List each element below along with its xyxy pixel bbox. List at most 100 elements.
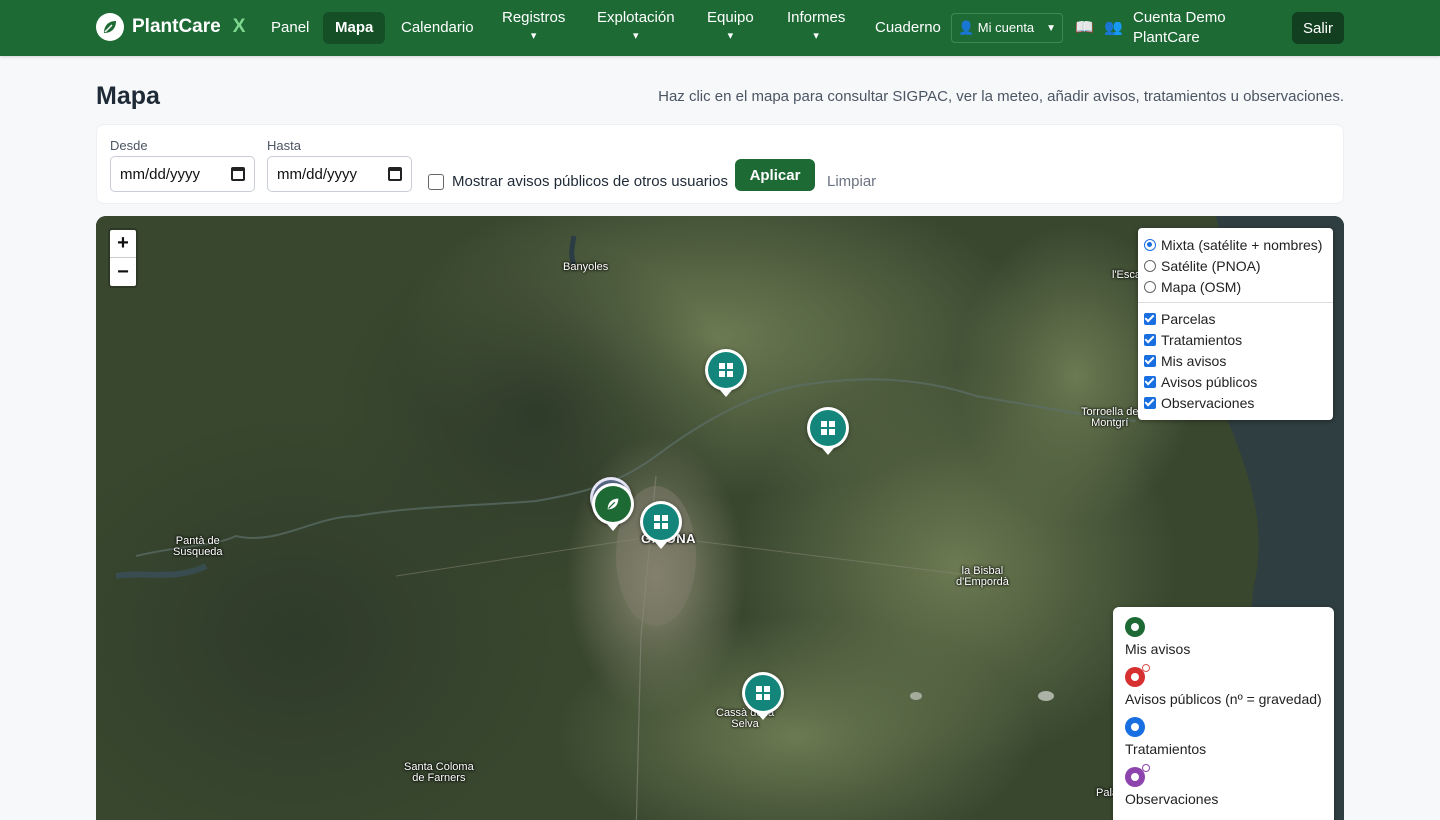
chevron-down-icon: ▾: [727, 30, 734, 42]
calendar-icon[interactable]: [231, 167, 245, 181]
legend-item-observaciones: Observaciones: [1125, 764, 1322, 807]
logout-button[interactable]: Salir: [1292, 12, 1344, 44]
user-name: Cuenta Demo PlantCare: [1133, 9, 1226, 46]
leaf-pin-icon: [1125, 617, 1145, 637]
place-label-line: Susqueda: [173, 546, 223, 558]
chevron-down-icon: ▼: [1046, 22, 1056, 34]
overlay-observaciones[interactable]: Observaciones: [1144, 392, 1327, 413]
to-label: Hasta: [267, 138, 301, 153]
nav-calendario[interactable]: Calendario: [401, 18, 474, 38]
clear-link[interactable]: Limpiar: [827, 173, 876, 190]
parcel-marker[interactable]: [640, 501, 682, 549]
to-date-input[interactable]: mm/dd/yyyy: [267, 156, 412, 192]
nav-cuaderno[interactable]: Cuaderno: [875, 18, 941, 38]
chat-pin-icon: [1125, 764, 1150, 787]
layer-label: Mapa (OSM): [1161, 278, 1242, 295]
checkbox-checked-icon[interactable]: [1144, 354, 1156, 367]
overlay-avisos-publicos[interactable]: Avisos públicos: [1144, 371, 1327, 392]
page-title: Mapa: [96, 82, 160, 110]
radio-icon[interactable]: [1144, 259, 1156, 272]
map-view[interactable]: + − Banyoles l'Escala Torroella de Montg…: [96, 216, 1344, 820]
zoom-control: + −: [108, 228, 138, 288]
from-label: Desde: [110, 138, 148, 153]
leaf-logo-icon: [96, 13, 124, 41]
nav-mapa[interactable]: Mapa: [323, 12, 386, 44]
overlay-tratamientos[interactable]: Tratamientos: [1144, 329, 1327, 350]
from-date-input[interactable]: mm/dd/yyyy: [110, 156, 255, 192]
zoom-out-button[interactable]: −: [110, 258, 136, 286]
legend-item-avisos-publicos: Avisos públicos (nº = gravedad): [1125, 664, 1322, 707]
my-warning-marker[interactable]: [592, 483, 634, 531]
overlay-parcelas[interactable]: Parcelas: [1144, 308, 1327, 329]
checkbox-checked-icon[interactable]: [1144, 312, 1156, 325]
parcel-marker[interactable]: [807, 407, 849, 455]
account-select[interactable]: 👤 Mi cuenta ▼: [951, 13, 1063, 43]
place-label: Torroella de Montgrí: [1081, 407, 1138, 429]
chevron-down-icon: ▾: [530, 30, 537, 42]
layers-divider: [1138, 302, 1333, 303]
grid-icon: [821, 421, 835, 435]
nav-explotacion[interactable]: Explotación ▾: [597, 8, 675, 43]
legend-item-mis-avisos: Mis avisos: [1125, 617, 1322, 657]
place-label: Santa Coloma de Farners: [404, 762, 474, 784]
base-layer-osm[interactable]: Mapa (OSM): [1144, 276, 1327, 297]
layer-label: Mixta (satélite + nombres): [1161, 236, 1323, 253]
nav-informes[interactable]: Informes ▾: [787, 8, 845, 43]
public-warnings-label[interactable]: Mostrar avisos públicos de otros usuario…: [452, 173, 728, 190]
top-navbar: PlantCare X Panel Mapa Calendario Regist…: [0, 0, 1440, 56]
nav-equipo[interactable]: Equipo ▾: [707, 8, 754, 43]
place-label-line: d'Empordà: [956, 576, 1009, 588]
overlay-label: Tratamientos: [1161, 331, 1243, 348]
legend-item-tratamientos: Tratamientos: [1125, 717, 1322, 757]
brand[interactable]: PlantCare X: [96, 13, 245, 41]
layers-control: Mixta (satélite + nombres) Satélite (PNO…: [1138, 228, 1333, 420]
chevron-down-icon: ▾: [633, 30, 639, 42]
parcel-marker[interactable]: [705, 349, 747, 397]
nav-registros[interactable]: Registros ▾: [502, 8, 565, 43]
base-layer-mixta[interactable]: Mixta (satélite + nombres): [1144, 234, 1327, 255]
legend-label: Observaciones: [1125, 791, 1219, 807]
brand-name: PlantCare: [132, 16, 221, 37]
users-icon[interactable]: 👥: [1104, 18, 1123, 36]
place-label-line: Selva: [731, 718, 759, 730]
map-legend: Mis avisos Avisos públicos (nº = graveda…: [1113, 607, 1334, 820]
overlay-label: Avisos públicos: [1161, 373, 1258, 390]
zoom-in-button[interactable]: +: [110, 230, 136, 258]
public-warnings-checkbox[interactable]: [428, 174, 444, 190]
drop-pin-icon: [1125, 717, 1145, 737]
account-select-value: 👤 Mi cuenta: [958, 20, 1035, 35]
book-icon[interactable]: 📖: [1075, 18, 1094, 36]
base-layer-satelite[interactable]: Satélite (PNOA): [1144, 255, 1327, 276]
chevron-down-icon: ▾: [813, 30, 819, 42]
nav-panel[interactable]: Panel: [271, 18, 309, 38]
apply-button[interactable]: Aplicar: [735, 159, 815, 191]
leaf-icon: [607, 498, 619, 510]
parcel-marker[interactable]: [742, 672, 784, 720]
checkbox-checked-icon[interactable]: [1144, 375, 1156, 388]
legend-label: Avisos públicos (nº = gravedad): [1125, 691, 1322, 707]
page-hint: Haz clic en el mapa para consultar SIGPA…: [658, 88, 1344, 105]
overlay-mis-avisos[interactable]: Mis avisos: [1144, 350, 1327, 371]
grid-icon: [719, 363, 733, 377]
nav-registros-label: Registros: [502, 9, 566, 26]
from-date-value: mm/dd/yyyy: [120, 165, 201, 183]
grid-icon: [654, 515, 668, 529]
filter-bar: Desde mm/dd/yyyy Hasta mm/dd/yyyy Mostra…: [96, 124, 1344, 204]
place-label-line: de Farners: [412, 772, 466, 784]
radio-icon[interactable]: [1144, 280, 1156, 293]
to-date-value: mm/dd/yyyy: [277, 165, 358, 183]
place-label: Pantà de Susqueda: [173, 536, 223, 558]
checkbox-checked-icon[interactable]: [1144, 396, 1156, 409]
place-label-line: Montgrí: [1091, 417, 1129, 429]
checkbox-checked-icon[interactable]: [1144, 333, 1156, 346]
grid-icon: [756, 686, 770, 700]
radio-icon[interactable]: [1144, 238, 1156, 251]
overlay-label: Parcelas: [1161, 310, 1216, 327]
legend-label: Tratamientos: [1125, 741, 1207, 757]
nav-explotacion-label: Explotación: [597, 9, 675, 26]
place-label: la Bisbal d'Empordà: [956, 566, 1009, 588]
calendar-icon[interactable]: [388, 167, 402, 181]
nav-informes-label: Informes: [787, 9, 846, 26]
bug-pin-icon: [1125, 664, 1150, 687]
brand-suffix: X: [232, 16, 246, 37]
